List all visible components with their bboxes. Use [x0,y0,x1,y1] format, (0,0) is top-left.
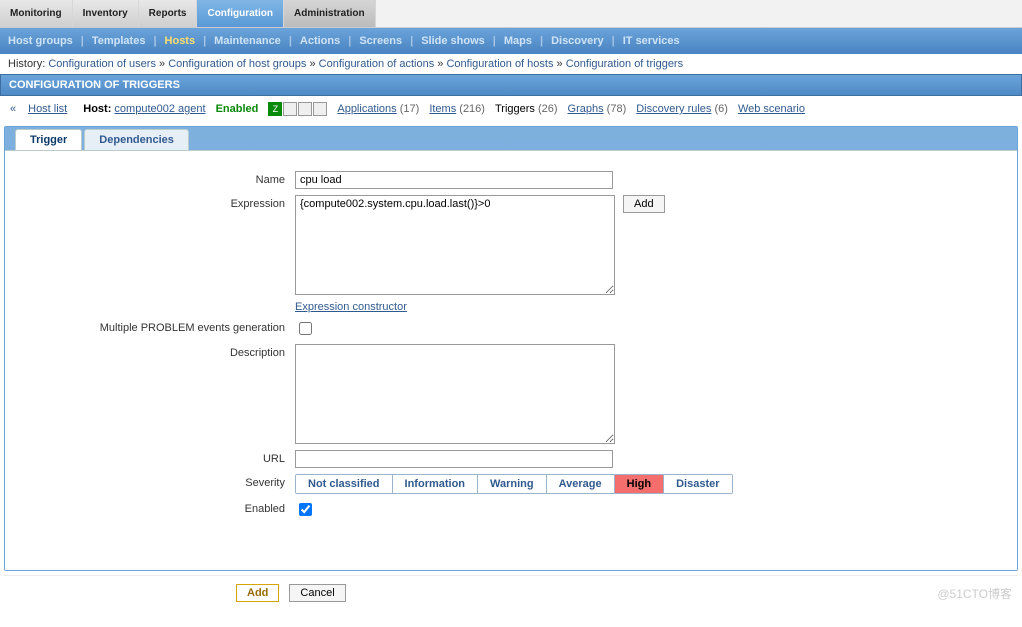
discovery-rules-link[interactable]: Discovery rules [636,103,711,115]
subnav-host-groups[interactable]: Host groups [8,35,73,47]
divider: | [402,35,421,47]
url-input[interactable] [295,450,613,468]
avail-zabbix-icon: Z [268,102,282,116]
subnav-screens[interactable]: Screens [359,35,402,47]
divider: | [532,35,551,47]
items-count: (216) [459,103,485,115]
items-link[interactable]: Items [429,103,456,115]
severity-label: Severity [15,474,295,489]
history-label: History: [8,58,45,70]
subnav-maps[interactable]: Maps [504,35,532,47]
form-actions: Add Cancel [4,575,1018,610]
host-status: Enabled [216,103,259,115]
panel-tabs: Trigger Dependencies [5,129,1017,150]
spacer [15,301,295,304]
form-panel: Trigger Dependencies Name Expression {co… [4,126,1018,571]
subnav-slide-shows[interactable]: Slide shows [421,35,485,47]
subnav-hosts[interactable]: Hosts [165,35,196,47]
tab-inventory[interactable]: Inventory [73,0,139,27]
name-input[interactable] [295,171,613,189]
history-link[interactable]: Configuration of host groups [168,58,306,70]
applications-link[interactable]: Applications [337,103,396,115]
host-name-link[interactable]: compute002 agent [114,103,205,115]
subnav-maintenance[interactable]: Maintenance [214,35,281,47]
avail-jmx-icon [298,102,312,116]
history-link[interactable]: Configuration of triggers [566,58,683,70]
url-label: URL [15,450,295,465]
divider: | [145,35,164,47]
history-sep: » [306,58,318,70]
multiple-problem-label: Multiple PROBLEM events generation [15,319,295,334]
history-sep: » [553,58,565,70]
tab-monitoring[interactable]: Monitoring [0,0,73,27]
name-label: Name [15,171,295,186]
enabled-label: Enabled [15,500,295,515]
history-link[interactable]: Configuration of actions [319,58,435,70]
history-link[interactable]: Configuration of users [48,58,156,70]
history-sep: » [434,58,446,70]
cancel-button[interactable]: Cancel [289,584,345,602]
sub-nav: Host groups| Templates| Hosts| Maintenan… [0,28,1022,54]
severity-group: Not classified Information Warning Avera… [295,474,733,494]
discovery-count: (6) [714,103,727,115]
availability-icons: Z [268,102,327,116]
subnav-actions[interactable]: Actions [300,35,340,47]
expression-label: Expression [15,195,295,210]
severity-information[interactable]: Information [393,475,479,493]
main-nav: Monitoring Inventory Reports Configurati… [0,0,1022,28]
back-arrow-icon: « [10,103,16,115]
host-info-bar: « Host list Host: compute002 agent Enabl… [0,96,1022,122]
severity-disaster[interactable]: Disaster [664,475,731,493]
enabled-checkbox[interactable] [299,503,312,516]
triggers-label: Triggers [495,103,535,115]
tab-configuration[interactable]: Configuration [197,0,284,27]
expression-add-button[interactable]: Add [623,195,665,213]
description-textarea[interactable] [295,344,615,444]
page-title: CONFIGURATION OF TRIGGERS [0,74,1022,96]
severity-not-classified[interactable]: Not classified [296,475,393,493]
subnav-discovery[interactable]: Discovery [551,35,604,47]
history-sep: » [156,58,168,70]
divider: | [73,35,92,47]
tab-reports[interactable]: Reports [139,0,198,27]
applications-count: (17) [400,103,420,115]
expression-textarea[interactable]: {compute002.system.cpu.load.last()}>0 [295,195,615,295]
description-label: Description [15,344,295,359]
multiple-problem-checkbox[interactable] [299,322,312,335]
host-list-link[interactable]: Host list [28,103,67,115]
tab-administration[interactable]: Administration [284,0,376,27]
divider: | [195,35,214,47]
host-label: Host: [83,103,111,115]
panel-body: Name Expression {compute002.system.cpu.l… [5,150,1017,570]
subnav-templates[interactable]: Templates [92,35,146,47]
triggers-count: (26) [538,103,558,115]
tab-dependencies[interactable]: Dependencies [84,129,189,150]
add-button[interactable]: Add [236,584,279,602]
graphs-count: (78) [607,103,627,115]
severity-warning[interactable]: Warning [478,475,547,493]
divider: | [604,35,623,47]
graphs-link[interactable]: Graphs [568,103,604,115]
web-scenarios-link[interactable]: Web scenario [738,103,805,115]
history-link[interactable]: Configuration of hosts [446,58,553,70]
subnav-it-services[interactable]: IT services [623,35,680,47]
expression-constructor-link[interactable]: Expression constructor [295,301,407,313]
divider: | [340,35,359,47]
divider: | [485,35,504,47]
severity-average[interactable]: Average [547,475,615,493]
avail-ipmi-icon [313,102,327,116]
breadcrumb: History: Configuration of users » Config… [0,54,1022,74]
tab-trigger[interactable]: Trigger [15,129,82,150]
severity-high[interactable]: High [615,475,664,493]
divider: | [281,35,300,47]
avail-snmp-icon [283,102,297,116]
